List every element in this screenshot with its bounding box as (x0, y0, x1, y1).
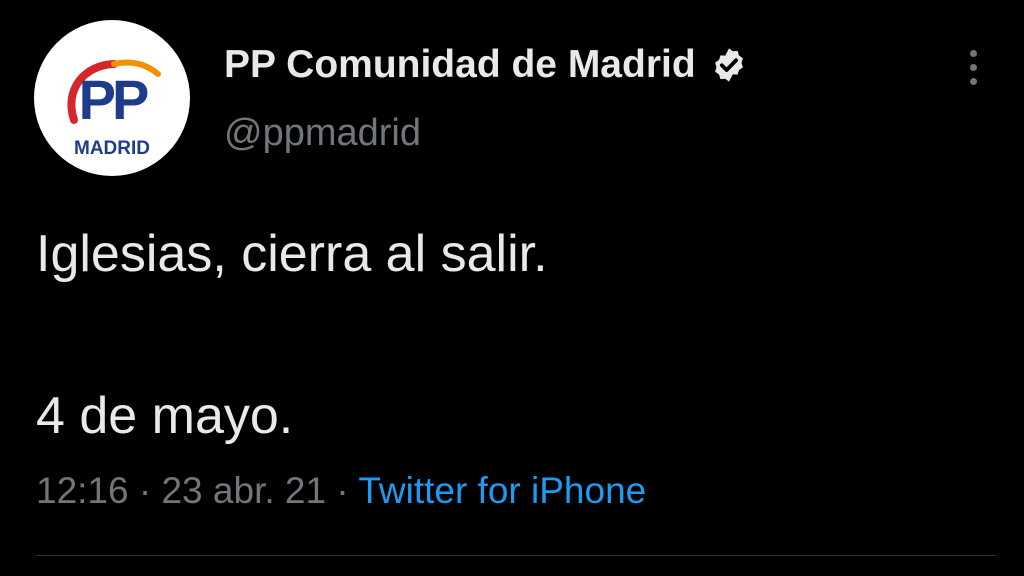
tweet-time[interactable]: 12:16 (36, 470, 129, 511)
meta-separator: · (138, 470, 152, 511)
tweet-source-link[interactable]: Twitter for iPhone (358, 470, 646, 511)
tweet-text-line-1: Iglesias, cierra al salir. (36, 225, 548, 283)
avatar[interactable]: PP MADRID (34, 20, 190, 176)
tweet-meta: 12:16 · 23 abr. 21 · Twitter for iPhone (36, 470, 646, 512)
tweet-card: PP MADRID PP Comunidad de Madrid @ppmadr… (0, 0, 1024, 576)
divider (36, 555, 996, 556)
more-dot (970, 50, 977, 57)
more-options-icon[interactable] (960, 42, 988, 92)
avatar-logo-mark: PP (78, 68, 150, 131)
tweet-text-line-2: 4 de mayo. (36, 387, 294, 445)
more-dot (970, 78, 977, 85)
author-display-name-row[interactable]: PP Comunidad de Madrid (224, 40, 748, 90)
more-dot (970, 64, 977, 71)
author-display-name: PP Comunidad de Madrid (224, 43, 696, 86)
author-handle[interactable]: @ppmadrid (224, 112, 421, 155)
verified-badge-icon (714, 48, 743, 82)
meta-separator: · (336, 470, 349, 511)
tweet-date[interactable]: 23 abr. 21 (161, 470, 326, 511)
avatar-logo-caption: MADRID (74, 138, 150, 159)
